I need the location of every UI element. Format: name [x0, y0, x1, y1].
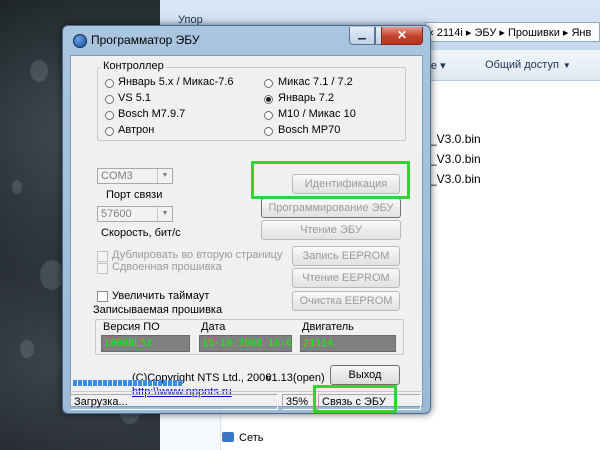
window-title: Программатор ЭБУ [91, 33, 200, 47]
exit-button[interactable]: Выход [330, 365, 400, 385]
water-drop [30, 60, 48, 82]
chevron-down-icon: ▼ [562, 61, 571, 70]
title-bar[interactable]: Программатор ЭБУ ▁ ▢ [63, 26, 430, 54]
progress-segment [83, 380, 87, 386]
progress-segment [123, 380, 127, 386]
close-button[interactable]: ✕ [381, 27, 423, 45]
progress-segment [88, 380, 92, 386]
duplicate-checkbox[interactable] [97, 251, 108, 262]
water-drop [40, 260, 64, 290]
radio-avtron[interactable] [105, 127, 114, 136]
read-eeprom-button[interactable]: Чтение EEPROM [292, 268, 400, 288]
explorer-file-item[interactable]: _V3.0.bin [430, 172, 481, 186]
progress-segment [168, 380, 172, 386]
radio-yanvar-5x[interactable] [105, 79, 114, 88]
explorer-network-item[interactable]: Сеть [222, 432, 263, 444]
progress-bar [73, 380, 281, 386]
program-ecu-button[interactable]: Программирование ЭБУ [261, 198, 401, 218]
radio-bosch-mp70[interactable] [264, 127, 273, 136]
radio-label[interactable]: VS 5.1 [118, 92, 151, 104]
double-firmware-checkbox-label: Сдвоенная прошивка [112, 261, 222, 273]
water-drop [12, 180, 22, 194]
explorer-file-item[interactable]: _V3.0.bin [430, 152, 481, 166]
radio-label[interactable]: Январь 7.2 [278, 92, 334, 104]
status-bar: Загрузка... 35% Связь с ЭБУ [70, 391, 423, 412]
explorer-file-item[interactable]: _V3.0.bin [430, 132, 481, 146]
explorer-breadcrumb[interactable]: ‹ 2114i ▸ ЭБУ ▸ Прошивки ▸ Янв [425, 22, 600, 42]
firmware-group-label: Записываемая прошивка [93, 304, 223, 316]
chevron-down-icon: ▼ [157, 207, 172, 221]
engine-field: 21114 [300, 335, 396, 352]
duplicate-checkbox-label: Дублировать во вторую страницу [112, 249, 283, 261]
clear-eeprom-button[interactable]: Очистка EEPROM [292, 291, 400, 311]
share-label: Общий доступ [485, 59, 559, 71]
close-icon: ✕ [396, 28, 408, 42]
progress-segment [73, 380, 77, 386]
status-percent: 35% [282, 394, 315, 410]
progress-segment [108, 380, 112, 386]
double-firmware-checkbox[interactable] [97, 263, 108, 274]
network-icon [222, 432, 234, 442]
progress-segment [93, 380, 97, 386]
programmer-dialog[interactable]: Программатор ЭБУ ▁ ▢ Контроллер Январь 5… [62, 25, 431, 414]
speed-select[interactable]: 57600 ▼ [97, 206, 173, 222]
connection-status: Связь с ЭБУ [318, 394, 421, 410]
chevron-down-icon: ▼ [157, 169, 172, 183]
progress-segment [103, 380, 107, 386]
radio-label[interactable]: Январь 5.x / Микас-7.6 [118, 76, 234, 88]
port-value: COM3 [101, 170, 133, 182]
minimize-button[interactable]: ▁ [349, 27, 375, 45]
network-label: Сеть [239, 432, 264, 444]
progress-segment [133, 380, 137, 386]
progress-segment [148, 380, 152, 386]
version-field: 1000BL52 [101, 335, 190, 352]
progress-segment [113, 380, 117, 386]
minimize-icon: ▁ [358, 29, 366, 40]
progress-segment [78, 380, 82, 386]
version-header: Версия ПО [103, 321, 160, 333]
identify-button[interactable]: Идентификация [292, 174, 400, 194]
date-header: Дата [201, 321, 226, 333]
port-select[interactable]: COM3 ▼ [97, 168, 173, 184]
radio-bosch-m797[interactable] [105, 111, 114, 120]
radio-yanvar-72[interactable] [264, 95, 273, 104]
increase-timeout-checkbox-label: Увеличить таймаут [112, 290, 210, 302]
progress-segment [98, 380, 102, 386]
controller-group-label: Контроллер [101, 60, 166, 72]
status-text: Загрузка... [70, 394, 278, 410]
read-ecu-button[interactable]: Чтение ЭБУ [261, 220, 401, 240]
radio-vs-51[interactable] [105, 95, 114, 104]
progress-segment [178, 380, 182, 386]
radio-label[interactable]: Bosch M7.9.7 [118, 108, 185, 120]
speed-label: Скорость, бит/с [101, 227, 181, 239]
dialog-client-area: Контроллер Январь 5.x / Микас-7.6 VS 5.1… [70, 55, 423, 407]
progress-segment [163, 380, 167, 386]
progress-segment [128, 380, 132, 386]
write-eeprom-button[interactable]: Запись EEPROM [292, 246, 400, 266]
speed-value: 57600 [101, 208, 132, 220]
app-icon [73, 34, 87, 48]
port-label: Порт связи [106, 189, 163, 201]
progress-segment [143, 380, 147, 386]
progress-segment [173, 380, 177, 386]
water-drop [20, 340, 34, 358]
progress-segment [118, 380, 122, 386]
radio-label[interactable]: Bosch MP70 [278, 124, 340, 136]
explorer-share-button[interactable]: Общий доступ ▼ [485, 59, 571, 71]
radio-mikas-71[interactable] [264, 79, 273, 88]
increase-timeout-checkbox[interactable] [97, 291, 108, 302]
progress-segment [158, 380, 162, 386]
progress-segment [153, 380, 157, 386]
date-field: 15-10-2008 16:00 [199, 335, 292, 352]
radio-label[interactable]: M10 / Микас 10 [278, 108, 356, 120]
radio-label[interactable]: Автрон [118, 124, 154, 136]
engine-header: Двигатель [302, 321, 354, 333]
progress-segment [138, 380, 142, 386]
radio-m10-mikas10[interactable] [264, 111, 273, 120]
radio-label[interactable]: Микас 7.1 / 7.2 [278, 76, 353, 88]
